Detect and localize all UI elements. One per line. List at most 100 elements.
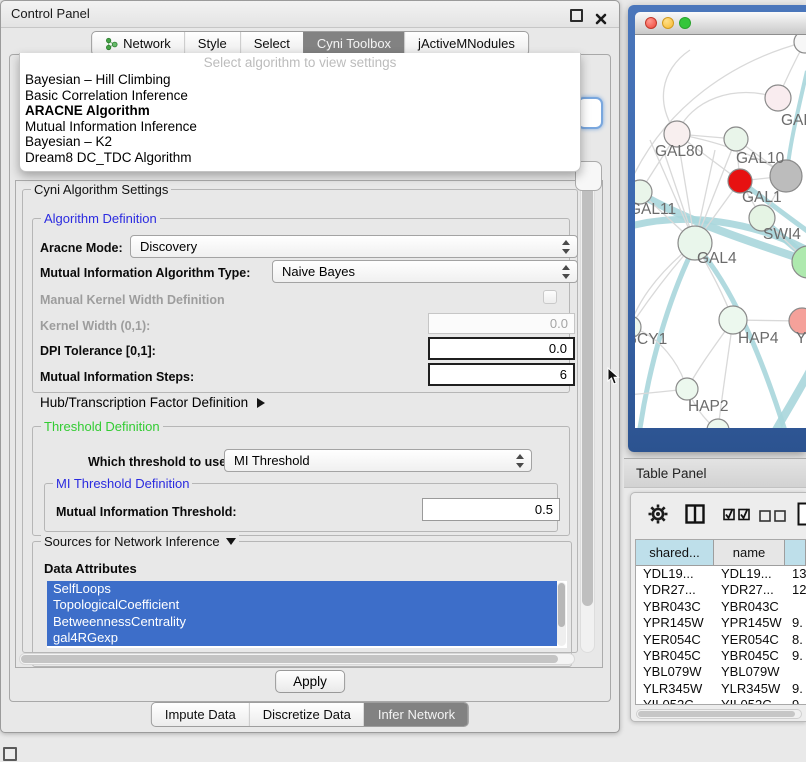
document-icon[interactable] bbox=[797, 502, 806, 531]
mi-threshold-input[interactable]: 0.5 bbox=[422, 498, 560, 521]
algorithm-option[interactable]: Mutual Information Inference bbox=[20, 119, 580, 135]
apply-button[interactable]: Apply bbox=[275, 670, 345, 693]
network-window: GALGAL80GAL10GAL1GAL11SWI4GAL4GCY1HAP4YH… bbox=[628, 5, 806, 452]
algorithm-option[interactable]: ARACNE Algorithm bbox=[20, 103, 580, 119]
algorithm-option[interactable]: Basic Correlation Inference bbox=[20, 88, 580, 104]
table-hscroll-thumb[interactable] bbox=[638, 711, 795, 717]
gear-icon[interactable] bbox=[647, 503, 669, 530]
table-cell: YPR145W bbox=[636, 615, 714, 631]
tab-discretize-data[interactable]: Discretize Data bbox=[249, 703, 364, 726]
column-header-shared[interactable]: shared... bbox=[636, 540, 714, 565]
minimize-traffic-light[interactable] bbox=[662, 17, 674, 29]
table-cell: 9. bbox=[785, 681, 806, 697]
data-attribute-item[interactable]: gal4RGexp bbox=[47, 630, 557, 646]
column-header-name[interactable]: name bbox=[714, 540, 785, 565]
table-cell: 9. bbox=[785, 697, 806, 705]
network-node-hap2[interactable] bbox=[676, 378, 698, 400]
dpi-tolerance-input[interactable]: 0.0 bbox=[428, 337, 575, 360]
tab-label: jActiveMNodules bbox=[418, 32, 515, 55]
node-label-gal11: GAL11 bbox=[635, 201, 676, 218]
algorithm-option[interactable]: Bayesian – Hill Climbing bbox=[20, 72, 580, 88]
table-row[interactable]: YER054CYER054C8. bbox=[636, 632, 806, 648]
table-cell: YBR043C bbox=[636, 599, 714, 615]
float-window-icon[interactable] bbox=[570, 9, 583, 22]
network-window-titlebar[interactable] bbox=[635, 12, 806, 35]
data-attribute-item[interactable]: TopologicalCoefficient bbox=[47, 597, 557, 613]
table-cell: YDL19... bbox=[714, 566, 785, 582]
manual-kernel-checkbox[interactable] bbox=[543, 290, 557, 304]
network-node-gal-top[interactable] bbox=[765, 85, 791, 111]
tab-cyni-toolbox[interactable]: Cyni Toolbox bbox=[303, 32, 404, 55]
tab-impute-data[interactable]: Impute Data bbox=[152, 703, 249, 726]
collapse-triangle-icon[interactable] bbox=[226, 538, 236, 545]
control-panel-titlebar: Control Panel bbox=[1, 1, 619, 28]
table-row[interactable]: YBR045CYBR045C9. bbox=[636, 648, 806, 664]
node-label-gal-top: GAL bbox=[781, 112, 806, 129]
network-node-gal10[interactable] bbox=[724, 127, 748, 151]
table-cell: YDL19... bbox=[636, 566, 714, 582]
table-cell: 8. bbox=[785, 632, 806, 648]
manual-kernel-label: Manual Kernel Width Definition bbox=[40, 293, 225, 307]
close-window-icon[interactable] bbox=[595, 8, 607, 20]
close-x-glyph bbox=[595, 13, 607, 25]
list-scroll-thumb[interactable] bbox=[558, 583, 565, 627]
screen: Control Panel NetworkStyleSelectCyni Too… bbox=[0, 0, 806, 762]
node-label-gal4: GAL4 bbox=[697, 250, 737, 267]
mi-steps-input[interactable]: 6 bbox=[428, 363, 575, 386]
split-columns-icon[interactable] bbox=[685, 504, 705, 529]
settings-vertical-scrollbar[interactable] bbox=[580, 183, 595, 653]
mi-type-combo[interactable]: Naive Bayes bbox=[272, 260, 578, 283]
table-cell: 13 bbox=[785, 566, 806, 582]
table-row[interactable]: YIL052CYIL052C9. bbox=[636, 697, 806, 705]
mi-steps-label: Mutual Information Steps: bbox=[40, 370, 194, 384]
data-attributes-listbox[interactable]: SelfLoopsTopologicalCoefficientBetweenne… bbox=[47, 581, 567, 648]
list-vertical-scrollbar[interactable] bbox=[557, 582, 566, 646]
table-row[interactable]: YBL079WYBL079W bbox=[636, 664, 806, 680]
control-panel-title: Control Panel bbox=[11, 6, 90, 21]
which-threshold-combo[interactable]: MI Threshold bbox=[224, 449, 532, 472]
table-panel-title: Table Panel bbox=[636, 466, 707, 481]
hub-definition-expander[interactable]: Hub/Transcription Factor Definition bbox=[40, 395, 265, 410]
network-canvas[interactable]: GALGAL80GAL10GAL1GAL11SWI4GAL4GCY1HAP4YH… bbox=[635, 35, 806, 428]
aracne-mode-label: Aracne Mode: bbox=[40, 241, 123, 255]
network-node-bottom-cut[interactable] bbox=[707, 419, 729, 428]
table-row[interactable]: YBR043CYBR043C bbox=[636, 599, 806, 615]
checked-columns-icon[interactable] bbox=[723, 508, 751, 526]
network-edge[interactable] bbox=[677, 93, 778, 134]
tab-jactivemnodules[interactable]: jActiveMNodules bbox=[404, 32, 528, 55]
aracne-mode-combo[interactable]: Discovery bbox=[130, 235, 578, 258]
tab-infer-network[interactable]: Infer Network bbox=[364, 703, 468, 726]
network-node-top-cut[interactable] bbox=[794, 35, 806, 53]
table-row[interactable]: YPR145WYPR145W9. bbox=[636, 615, 806, 631]
data-attributes-list: SelfLoopsTopologicalCoefficientBetweenne… bbox=[47, 581, 567, 646]
tab-network[interactable]: Network bbox=[92, 32, 184, 55]
minimized-panel-icon[interactable] bbox=[3, 747, 17, 761]
settings-vscroll-thumb[interactable] bbox=[582, 186, 593, 606]
zoom-traffic-light[interactable] bbox=[679, 17, 691, 29]
close-traffic-light[interactable] bbox=[645, 17, 657, 29]
table-cell: YIL052C bbox=[714, 697, 785, 705]
column-header-cut[interactable] bbox=[785, 540, 806, 565]
unchecked-columns-icon[interactable] bbox=[759, 509, 787, 527]
table-row[interactable]: YDR27...YDR27...12 bbox=[636, 582, 806, 598]
table-cell: YBL079W bbox=[714, 664, 785, 680]
threshold-definition-title: Threshold Definition bbox=[41, 419, 163, 434]
data-attribute-item[interactable]: BetweennessCentrality bbox=[47, 614, 557, 630]
tab-style[interactable]: Style bbox=[184, 32, 240, 55]
node-table: shared...name YDL19...YDL19...13YDR27...… bbox=[635, 539, 806, 705]
table-row[interactable]: YDL19...YDL19...13 bbox=[636, 566, 806, 582]
algorithm-option[interactable]: Dream8 DC_TDC Algorithm bbox=[20, 150, 580, 166]
table-horizontal-scrollbar[interactable] bbox=[636, 709, 802, 719]
table-row[interactable]: YLR345WYLR345W9. bbox=[636, 681, 806, 697]
tab-label: Discretize Data bbox=[263, 703, 351, 726]
algorithm-option[interactable]: Bayesian – K2 bbox=[20, 134, 580, 150]
table-header: shared...name bbox=[636, 540, 806, 566]
data-attribute-item[interactable]: SelfLoops bbox=[47, 581, 557, 597]
table-cell: YDR27... bbox=[714, 582, 785, 598]
tab-select[interactable]: Select bbox=[240, 32, 303, 55]
mi-type-value: Naive Bayes bbox=[282, 264, 355, 279]
table-cell: YER054C bbox=[636, 632, 714, 648]
settings-hscroll-thumb[interactable] bbox=[21, 655, 558, 663]
settings-horizontal-scrollbar[interactable] bbox=[19, 653, 575, 665]
cyni-algorithm-settings-title: Cyni Algorithm Settings bbox=[31, 182, 171, 197]
